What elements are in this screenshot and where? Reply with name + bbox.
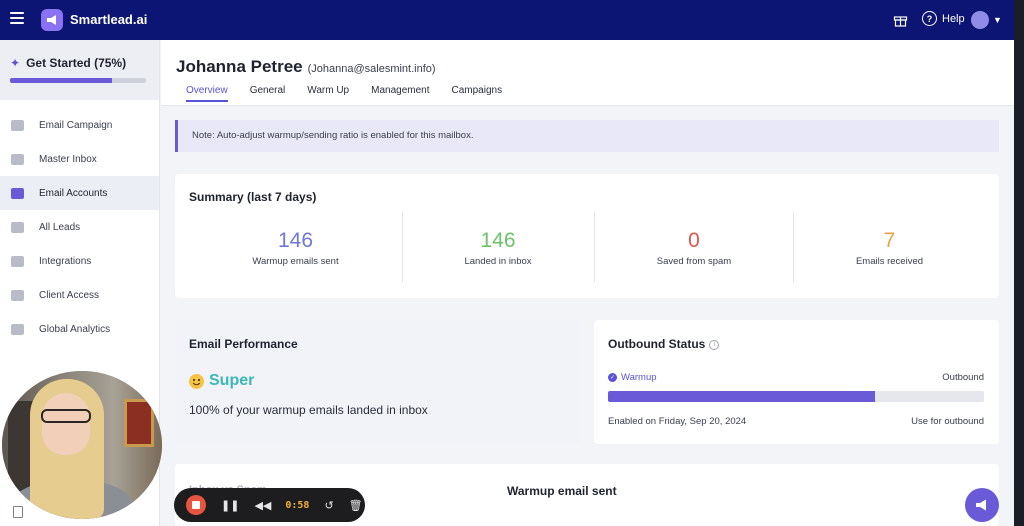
restart-icon[interactable]: ↺ bbox=[324, 499, 333, 512]
sidebar-item-label: Email Accounts bbox=[39, 187, 108, 199]
glasses bbox=[41, 409, 91, 423]
sidebar-item-email-accounts[interactable]: Email Accounts bbox=[0, 176, 159, 210]
inbox-icon bbox=[11, 153, 24, 165]
stat-value: 146 bbox=[277, 229, 314, 252]
email-performance-card: Email Performance Super 100% of your war… bbox=[175, 320, 580, 444]
outbound-title: Outbound Status bbox=[608, 337, 706, 351]
brand-name: Smartlead.ai bbox=[70, 12, 148, 27]
chart-icon bbox=[11, 323, 24, 335]
smiley-icon bbox=[189, 373, 204, 389]
smartlead-logo-icon bbox=[41, 9, 63, 31]
account-email: (Johanna@salesmint.info) bbox=[307, 63, 436, 75]
use-for-outbound-link[interactable]: Use for outbound bbox=[911, 416, 984, 427]
sidebar-item-label: All Leads bbox=[39, 221, 81, 233]
performance-title: Email Performance bbox=[189, 337, 298, 351]
outbound-status-card: Outbound Status i ✓ Warmup Outbound Enabl… bbox=[594, 320, 999, 444]
leads-icon bbox=[11, 221, 24, 233]
hamburger-menu-icon[interactable] bbox=[10, 12, 24, 24]
stat-label: Landed in inbox bbox=[464, 256, 532, 267]
tab-general[interactable]: General bbox=[250, 85, 286, 102]
sidebar-item-label: Global Analytics bbox=[39, 323, 111, 335]
get-started-label: Get Started (75%) bbox=[26, 56, 127, 70]
stat-label: Saved from spam bbox=[656, 256, 732, 267]
get-started-progress-fill bbox=[10, 78, 112, 83]
summary-card: Summary (last 7 days) 146 Warmup emails … bbox=[175, 174, 999, 298]
tab-campaigns[interactable]: Campaigns bbox=[452, 85, 503, 102]
tab-warm-up[interactable]: Warm Up bbox=[307, 85, 349, 102]
stat-value: 7 bbox=[883, 229, 896, 252]
info-icon[interactable]: i bbox=[709, 339, 720, 350]
stat-warmup-sent: 146 Warmup emails sent bbox=[189, 212, 402, 282]
sidebar-item-global-analytics[interactable]: Global Analytics bbox=[0, 312, 159, 346]
performance-rating: Super bbox=[189, 372, 254, 390]
get-started-progress bbox=[10, 78, 146, 83]
warmup-legend-label: Warmup bbox=[621, 372, 657, 383]
outbound-legend-label: Outbound bbox=[942, 372, 984, 383]
warmup-email-sent-title: Warmup email sent bbox=[507, 484, 617, 498]
performance-rating-label: Super bbox=[209, 372, 255, 389]
tab-overview[interactable]: Overview bbox=[186, 85, 228, 102]
sidebar-item-master-inbox[interactable]: Master Inbox bbox=[0, 142, 159, 176]
sidebar-nav: Email Campaign Master Inbox Email Accounts… bbox=[0, 108, 159, 346]
recording-time: 0:58 bbox=[285, 499, 310, 511]
stat-emails-received: 7 Emails received bbox=[794, 212, 985, 282]
stat-landed-inbox: 146 Landed in inbox bbox=[403, 212, 593, 282]
sidebar-item-all-leads[interactable]: All Leads bbox=[0, 210, 159, 244]
stat-value: 146 bbox=[480, 229, 516, 252]
sidebar-item-integrations[interactable]: Integrations bbox=[0, 244, 159, 278]
sidebar-item-label: Client Access bbox=[39, 289, 100, 301]
pause-icon[interactable]: ❚❚ bbox=[221, 499, 239, 512]
account-tabs: Overview General Warm Up Management Campaign… bbox=[186, 85, 502, 102]
rewind-icon[interactable]: ◀◀ bbox=[254, 499, 271, 512]
sidebar-item-client-access[interactable]: Client Access bbox=[0, 278, 159, 312]
sidebar-item-label: Master Inbox bbox=[39, 153, 97, 165]
puzzle-icon bbox=[11, 255, 24, 267]
performance-description: 100% of your warmup emails landed in inb… bbox=[189, 403, 428, 417]
warmup-outbound-bar-fill bbox=[608, 391, 875, 402]
sidebar-item-label: Email Campaign bbox=[39, 119, 113, 131]
recording-toolbar: ❚❚ ◀◀ 0:58 ↺ 🗑 bbox=[174, 488, 365, 522]
get-started-panel[interactable]: ✦ Get Started (75%) bbox=[0, 40, 159, 100]
stop-recording-button[interactable] bbox=[186, 495, 206, 515]
account-header: Johanna Petree (Johanna@salesmint.info) … bbox=[161, 40, 1014, 106]
top-navigation-bar: Smartlead.ai ? Help ▼ bbox=[0, 0, 1024, 40]
document-icon[interactable] bbox=[13, 506, 23, 518]
warmup-outbound-bar bbox=[608, 391, 984, 402]
sparkle-icon: ✦ bbox=[10, 56, 21, 70]
chat-support-button[interactable] bbox=[965, 488, 999, 522]
gift-icon[interactable] bbox=[893, 12, 908, 27]
chevron-down-icon[interactable]: ▼ bbox=[993, 15, 1002, 25]
help-icon: ? bbox=[922, 11, 937, 26]
outbound-title-row: Outbound Status i bbox=[608, 337, 720, 351]
help-label: Help bbox=[942, 12, 965, 25]
trash-icon[interactable]: 🗑 bbox=[349, 499, 363, 512]
stat-saved-spam: 0 Saved from spam bbox=[595, 212, 793, 282]
tab-management[interactable]: Management bbox=[371, 85, 429, 102]
window-edge bbox=[1014, 0, 1024, 526]
bolt-icon bbox=[11, 289, 24, 301]
megaphone-icon bbox=[976, 499, 986, 511]
account-name: Johanna Petree bbox=[176, 57, 303, 76]
user-avatar[interactable] bbox=[971, 11, 989, 29]
stat-label: Warmup emails sent bbox=[252, 256, 339, 267]
main-content: Johanna Petree (Johanna@salesmint.info) … bbox=[161, 40, 1014, 526]
sidebar-item-label: Integrations bbox=[39, 255, 92, 267]
megaphone-icon bbox=[11, 119, 24, 131]
check-icon: ✓ bbox=[608, 373, 617, 382]
warmup-ratio-note: Note: Auto-adjust warmup/sending ratio i… bbox=[175, 120, 999, 152]
enabled-date: Enabled on Friday, Sep 20, 2024 bbox=[608, 416, 747, 427]
summary-title: Summary (last 7 days) bbox=[189, 190, 317, 204]
webcam-overlay bbox=[2, 371, 162, 519]
help-button[interactable]: ? Help bbox=[922, 11, 965, 26]
warmup-legend: ✓ Warmup bbox=[608, 372, 657, 383]
mail-icon bbox=[11, 187, 24, 199]
wall-painting bbox=[124, 399, 154, 447]
stat-value: 0 bbox=[688, 229, 700, 252]
stat-label: Emails received bbox=[855, 256, 924, 267]
sidebar-item-email-campaign[interactable]: Email Campaign bbox=[0, 108, 159, 142]
